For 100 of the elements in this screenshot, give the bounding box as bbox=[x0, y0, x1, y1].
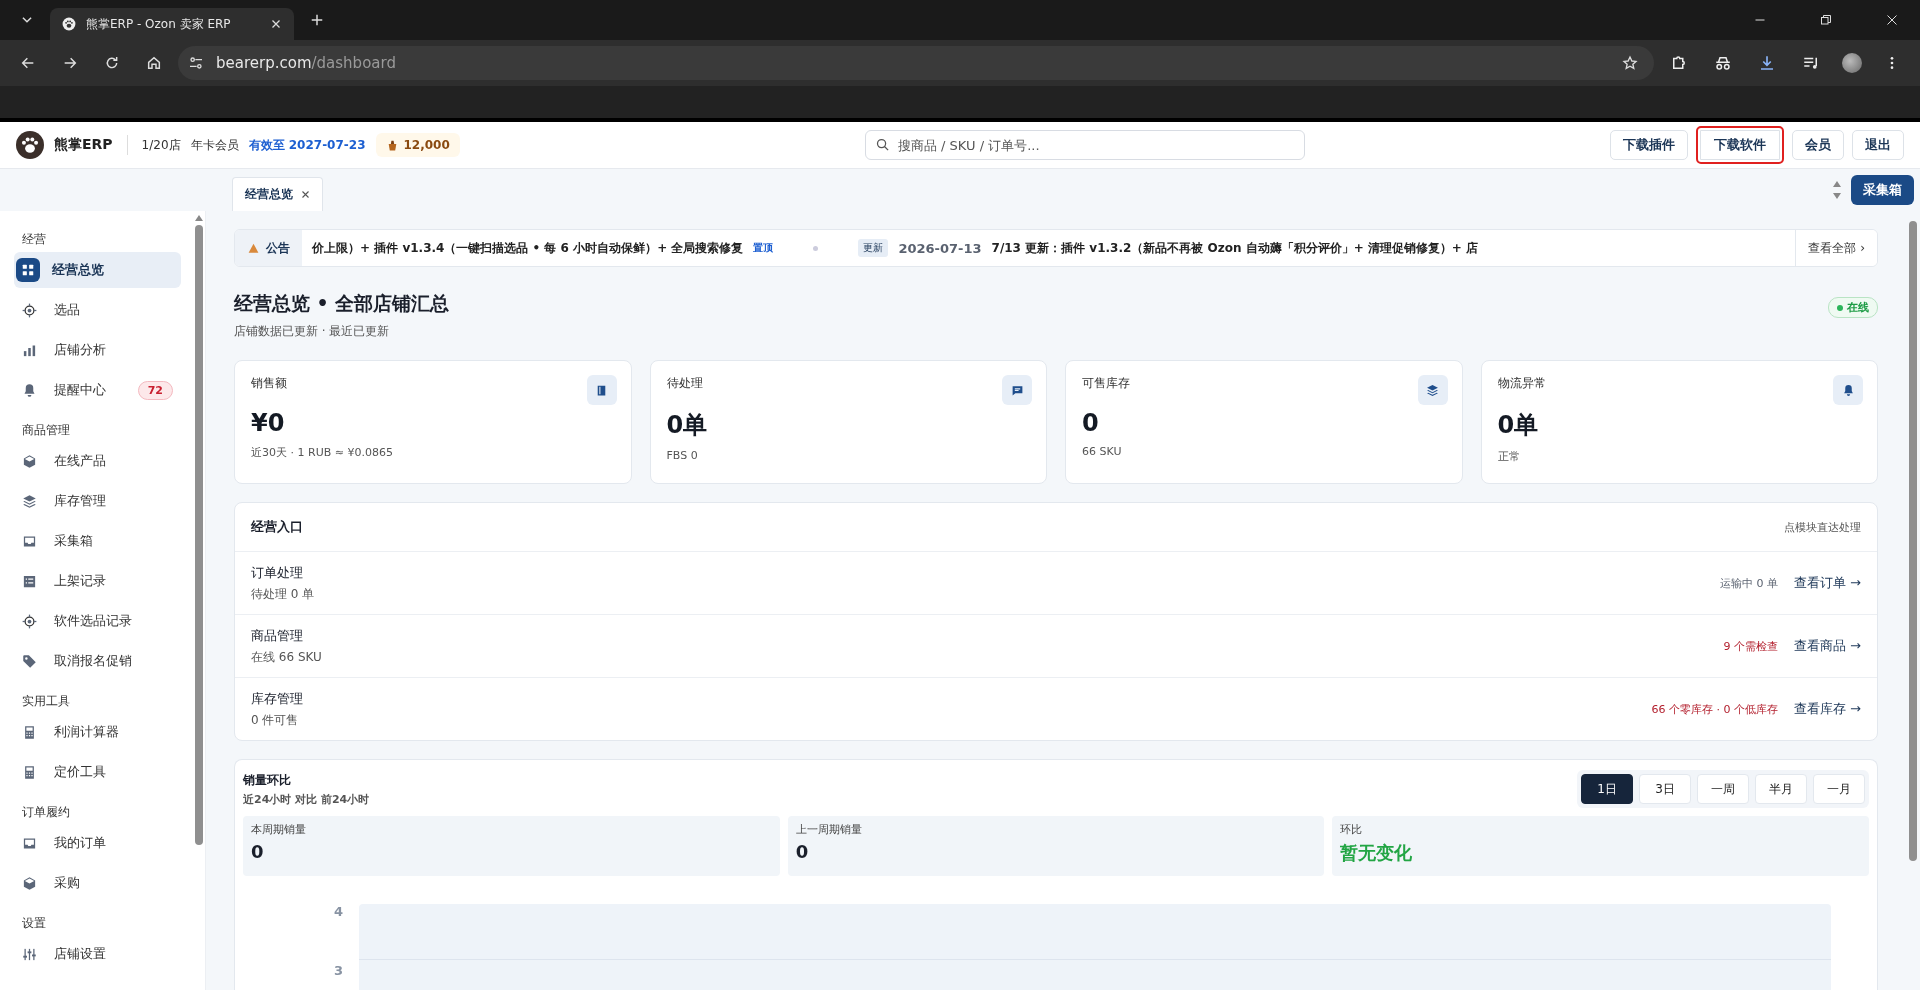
entry-name: 订单处理 bbox=[251, 563, 304, 582]
axis-tick-label: 3 bbox=[333, 963, 343, 978]
metric-value: 暂无变化 bbox=[1340, 841, 1414, 865]
entry-status: 66 个零库存 · 0 个低库存 bbox=[1651, 701, 1778, 717]
store-count: 1/20店 bbox=[141, 136, 181, 154]
sidebar-item[interactable]: 上架记录 bbox=[14, 563, 181, 599]
header-button[interactable]: 会员 bbox=[1792, 130, 1844, 160]
sidebar-item[interactable]: 选品 bbox=[14, 292, 181, 328]
metric-label: 上一周期销量 bbox=[795, 822, 863, 837]
header-button[interactable]: 下载软件 bbox=[1696, 126, 1784, 164]
sidebar-item[interactable]: 在线产品 bbox=[14, 443, 181, 479]
view-all-link[interactable]: 查看全部 › bbox=[1795, 230, 1877, 266]
range-tab[interactable]: 一月 bbox=[1813, 774, 1865, 804]
home-icon[interactable] bbox=[146, 55, 162, 71]
sidebar-item[interactable]: 经营总览 bbox=[14, 252, 181, 288]
panel-subtitle: 近24小时 对比 前24小时 bbox=[243, 791, 370, 807]
bell-icon bbox=[1841, 383, 1855, 397]
sidebar-item[interactable]: 提醒中心 72 bbox=[14, 372, 181, 408]
sidebar-item[interactable]: 店铺设置 bbox=[14, 936, 181, 972]
update-badge: 更新 bbox=[858, 239, 889, 257]
box-icon bbox=[22, 875, 37, 891]
range-tab[interactable]: 一周 bbox=[1697, 774, 1749, 804]
sidebar-item[interactable]: 我的订单 bbox=[14, 825, 181, 861]
axis-tick-label: 4 bbox=[333, 904, 343, 919]
forward-icon[interactable] bbox=[62, 55, 78, 71]
sidebar-item[interactable]: 取消报名促销 bbox=[14, 643, 181, 679]
pinned-tag: 置顶 bbox=[753, 241, 774, 255]
site-settings-icon[interactable] bbox=[188, 55, 204, 71]
announcement-date: 2026-07-13 bbox=[898, 240, 982, 256]
points-badge: 12,000 bbox=[375, 133, 460, 157]
message-icon bbox=[1010, 383, 1024, 397]
section-title: 设置 bbox=[22, 915, 47, 932]
download-icon[interactable] bbox=[1758, 54, 1776, 72]
close-icon[interactable] bbox=[301, 190, 310, 199]
stat-label: 物流异常 bbox=[1497, 375, 1546, 392]
entry-status: 运输中 0 单 bbox=[1719, 575, 1778, 591]
entry-detail: 在线 66 SKU bbox=[251, 648, 322, 666]
stat-note: 正常 bbox=[1497, 449, 1521, 464]
plan-label: 年卡会员 bbox=[190, 136, 239, 154]
section-title: 订单履约 bbox=[22, 804, 71, 821]
scroll-arrows-icon[interactable] bbox=[1833, 179, 1841, 201]
scrollbar-thumb[interactable] bbox=[1909, 221, 1917, 861]
sidebar-item[interactable]: 软件选品记录 bbox=[14, 603, 181, 639]
sidebar-item[interactable]: 采购 bbox=[14, 865, 181, 901]
browser-tab[interactable]: 熊掌ERP - Ozon 卖家 ERP bbox=[50, 8, 294, 40]
page-subtitle: 店铺数据已更新 · 最近已更新 bbox=[234, 323, 391, 340]
header-button[interactable]: 下载插件 bbox=[1610, 130, 1688, 160]
entry-name: 商品管理 bbox=[251, 626, 304, 645]
scroll-up-icon[interactable] bbox=[195, 215, 203, 221]
stat-note: 近30天 · 1 RUB ≈ ¥0.0865 bbox=[251, 445, 394, 460]
sidebar-item[interactable]: 采集箱 bbox=[14, 523, 181, 559]
sidebar-item[interactable]: 定价工具 bbox=[14, 754, 181, 790]
extensions-icon[interactable] bbox=[1670, 54, 1688, 72]
entry-link[interactable]: 查看订单 → bbox=[1793, 574, 1861, 592]
new-tab-icon[interactable] bbox=[310, 13, 324, 27]
stat-note: FBS 0 bbox=[666, 449, 699, 462]
expiry-date: 有效至 2027-07-23 bbox=[248, 136, 366, 154]
page-title: 经营总览 • 全部店铺汇总 bbox=[234, 291, 450, 316]
panel-hint: 点模块直达处理 bbox=[1784, 519, 1861, 535]
section-title: 经营 bbox=[22, 231, 47, 248]
sidebar-item[interactable]: 利润计算器 bbox=[14, 714, 181, 750]
section-title: 商品管理 bbox=[22, 422, 71, 439]
calculator-icon bbox=[22, 724, 37, 740]
collect-button[interactable]: 采集箱 bbox=[1851, 175, 1914, 205]
grid-icon bbox=[21, 263, 35, 277]
header-button[interactable]: 退出 bbox=[1852, 130, 1904, 160]
metric-label: 本周期销量 bbox=[251, 822, 307, 837]
layers-icon bbox=[22, 493, 37, 509]
metric-value: 0 bbox=[251, 841, 265, 862]
incognito-icon[interactable] bbox=[1714, 54, 1732, 72]
sidebar-item[interactable]: 库存管理 bbox=[14, 483, 181, 519]
panel-title: 销量环比 bbox=[243, 771, 292, 789]
panel-title: 经营入口 bbox=[251, 518, 303, 536]
sidebar-item[interactable]: 店铺分析 bbox=[14, 332, 181, 368]
entry-link[interactable]: 查看库存 → bbox=[1793, 700, 1861, 718]
entry-link[interactable]: 查看商品 → bbox=[1793, 637, 1861, 655]
profile-avatar[interactable] bbox=[1842, 53, 1862, 73]
announcement-text: 7/13 更新：插件 v1.3.2（新品不再被 Ozon 自动薅「积分评价」+ 清理促销修复）+ 店 bbox=[991, 239, 1479, 257]
brand-name: 熊掌ERP bbox=[54, 136, 113, 154]
target-icon bbox=[22, 613, 37, 629]
metric-value: 0 bbox=[795, 841, 810, 862]
reload-icon[interactable] bbox=[104, 55, 120, 71]
entry-detail: 待处理 0 单 bbox=[251, 585, 315, 603]
range-tab[interactable]: 3日 bbox=[1639, 774, 1691, 804]
address-bar[interactable]: bearerp.com/dashboard bbox=[178, 46, 1654, 80]
metric-label: 环比 bbox=[1340, 822, 1364, 837]
star-icon[interactable] bbox=[1622, 55, 1638, 71]
entry-name: 库存管理 bbox=[251, 689, 303, 708]
entry-detail: 0 件可售 bbox=[251, 711, 300, 729]
bell-icon bbox=[22, 382, 37, 398]
range-tab[interactable]: 1日 bbox=[1581, 774, 1633, 804]
restore-icon[interactable] bbox=[1820, 14, 1832, 26]
page-tab[interactable]: 经营总览 bbox=[232, 177, 323, 211]
scrollbar-thumb[interactable] bbox=[195, 225, 203, 845]
search-field[interactable]: 搜商品 / SKU / 订单号... bbox=[864, 130, 1305, 160]
stat-value: 0单 bbox=[666, 410, 709, 441]
stat-value: ¥0 bbox=[251, 409, 286, 437]
checklist-icon bbox=[22, 573, 37, 589]
range-tab[interactable]: 半月 bbox=[1755, 774, 1807, 804]
back-icon[interactable] bbox=[20, 55, 36, 71]
